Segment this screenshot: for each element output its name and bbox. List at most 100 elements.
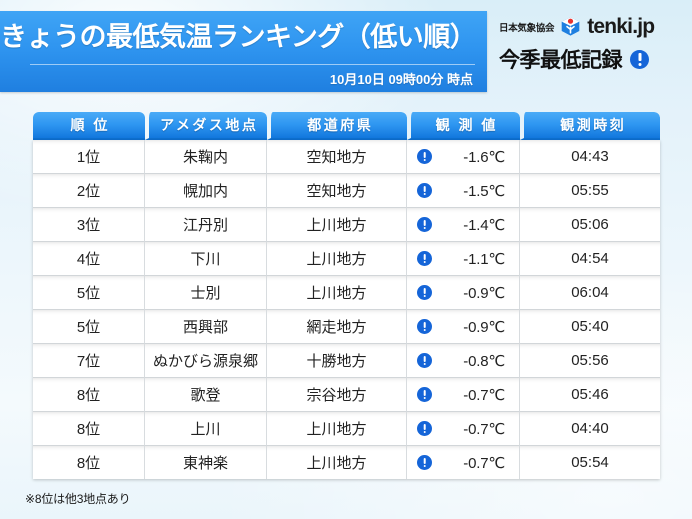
cell-prefecture: 上川地方 xyxy=(267,412,407,446)
tenki-wordmark: tenki.jp xyxy=(587,15,655,38)
cell-rank: 8位 xyxy=(33,446,145,479)
observed-value-text: -0.9℃ xyxy=(463,284,505,302)
cell-observed-time: 05:55 xyxy=(520,174,660,208)
observed-value-text: -0.7℃ xyxy=(463,420,505,438)
cell-observed-value: -0.7℃ xyxy=(407,378,520,412)
cell-station: 朱鞠内 xyxy=(145,140,267,174)
observed-value-text: -1.1℃ xyxy=(463,250,505,268)
observed-value-text: -1.6℃ xyxy=(463,148,505,166)
cell-rank: 5位 xyxy=(33,310,145,344)
exclamation-badge-icon xyxy=(417,455,432,470)
cell-observed-time: 05:06 xyxy=(520,208,660,242)
observed-value-text: -1.4℃ xyxy=(463,216,505,234)
cell-rank: 1位 xyxy=(33,140,145,174)
table-row: 5位 士別 上川地方 -0.9℃ 06:04 xyxy=(33,276,660,310)
cell-rank: 4位 xyxy=(33,242,145,276)
observation-timestamp: 10月10日 09時00分 時点 xyxy=(329,72,473,87)
exclamation-badge-icon xyxy=(417,387,432,402)
observed-value-text: -0.7℃ xyxy=(463,386,505,404)
exclamation-badge-icon xyxy=(417,319,432,334)
exclamation-badge-icon xyxy=(417,149,432,164)
cell-station: 歌登 xyxy=(145,378,267,412)
table-row: 3位 江丹別 上川地方 -1.4℃ 05:06 xyxy=(33,208,660,242)
table-row: 1位 朱鞠内 空知地方 -1.6℃ 04:43 xyxy=(33,140,660,174)
column-header-station: アメダス地点 xyxy=(145,112,267,140)
cell-station: 上川 xyxy=(145,412,267,446)
cell-observed-time: 05:56 xyxy=(520,344,660,378)
exclamation-badge-icon xyxy=(417,183,432,198)
cell-observed-value: -0.7℃ xyxy=(407,446,520,479)
cell-observed-value: -1.1℃ xyxy=(407,242,520,276)
cell-observed-value: -1.6℃ xyxy=(407,140,520,174)
cell-observed-value: -0.7℃ xyxy=(407,412,520,446)
table-row: 5位 西興部 網走地方 -0.9℃ 05:40 xyxy=(33,310,660,344)
exclamation-badge-icon xyxy=(417,285,432,300)
table-header-row: 順 位 アメダス地点 都道府県 観 測 値 観測時刻 xyxy=(33,112,660,140)
title-panel: きょうの最低気温ランキング（低い順） 10月10日 09時00分 時点 xyxy=(0,11,487,92)
table-row: 7位 ぬかびら源泉郷 十勝地方 -0.8℃ 05:56 xyxy=(33,344,660,378)
page-title: きょうの最低気温ランキング（低い順） xyxy=(0,22,477,52)
column-header-observed-time: 観測時刻 xyxy=(520,112,660,140)
cell-observed-time: 05:54 xyxy=(520,446,660,479)
exclamation-badge-icon xyxy=(417,217,432,232)
cell-observed-time: 04:43 xyxy=(520,140,660,174)
cell-rank: 3位 xyxy=(33,208,145,242)
cell-station: 下川 xyxy=(145,242,267,276)
cell-station: 江丹別 xyxy=(145,208,267,242)
cell-observed-value: -1.5℃ xyxy=(407,174,520,208)
cell-prefecture: 上川地方 xyxy=(267,242,407,276)
table-footnote: ※8位は他3地点あり xyxy=(25,492,131,506)
observed-value-text: -0.7℃ xyxy=(463,454,505,472)
exclamation-badge-icon xyxy=(417,421,432,436)
brand-logo-row: 日本気象協会 tenki.jp xyxy=(499,15,655,38)
association-name: 日本気象協会 xyxy=(499,22,555,34)
table-row: 8位 東神楽 上川地方 -0.7℃ 05:54 xyxy=(33,446,660,479)
cell-station: 士別 xyxy=(145,276,267,310)
brand-block: 日本気象協会 tenki.jp 今季最低記録 xyxy=(497,11,692,92)
cell-observed-value: -1.4℃ xyxy=(407,208,520,242)
cell-rank: 7位 xyxy=(33,344,145,378)
cell-prefecture: 十勝地方 xyxy=(267,344,407,378)
table-row: 8位 歌登 宗谷地方 -0.7℃ 05:46 xyxy=(33,378,660,412)
cell-prefecture: 網走地方 xyxy=(267,310,407,344)
cell-prefecture: 宗谷地方 xyxy=(267,378,407,412)
cell-station: 西興部 xyxy=(145,310,267,344)
exclamation-badge-icon xyxy=(417,353,432,368)
exclamation-badge-icon xyxy=(417,251,432,266)
table-row: 4位 下川 上川地方 -1.1℃ 04:54 xyxy=(33,242,660,276)
column-header-prefecture: 都道府県 xyxy=(267,112,407,140)
cell-station: 東神楽 xyxy=(145,446,267,479)
cell-station: 幌加内 xyxy=(145,174,267,208)
tenki-cube-sun-icon xyxy=(560,16,581,37)
ranking-table: 順 位 アメダス地点 都道府県 観 測 値 観測時刻 1位 朱鞠内 空知地方 -… xyxy=(33,112,660,479)
table-row: 2位 幌加内 空知地方 -1.5℃ 05:55 xyxy=(33,174,660,208)
cell-rank: 5位 xyxy=(33,276,145,310)
cell-observed-value: -0.8℃ xyxy=(407,344,520,378)
cell-observed-time: 05:40 xyxy=(520,310,660,344)
observed-value-text: -0.9℃ xyxy=(463,318,505,336)
cell-observed-time: 04:40 xyxy=(520,412,660,446)
table-row: 8位 上川 上川地方 -0.7℃ 04:40 xyxy=(33,412,660,446)
column-header-observed-value: 観 測 値 xyxy=(407,112,520,140)
cell-prefecture: 空知地方 xyxy=(267,140,407,174)
title-divider xyxy=(30,64,475,65)
cell-rank: 2位 xyxy=(33,174,145,208)
observed-value-text: -1.5℃ xyxy=(463,182,505,200)
cell-observed-value: -0.9℃ xyxy=(407,276,520,310)
cell-prefecture: 空知地方 xyxy=(267,174,407,208)
cell-rank: 8位 xyxy=(33,378,145,412)
cell-prefecture: 上川地方 xyxy=(267,276,407,310)
cell-observed-time: 05:46 xyxy=(520,378,660,412)
cell-station: ぬかびら源泉郷 xyxy=(145,344,267,378)
cell-observed-value: -0.9℃ xyxy=(407,310,520,344)
cell-prefecture: 上川地方 xyxy=(267,446,407,479)
cell-observed-time: 06:04 xyxy=(520,276,660,310)
observed-value-text: -0.8℃ xyxy=(463,352,505,370)
cell-observed-time: 04:54 xyxy=(520,242,660,276)
exclamation-badge-icon xyxy=(630,49,649,69)
page-header: きょうの最低気温ランキング（低い順） 10月10日 09時00分 時点 日本気象… xyxy=(0,11,692,92)
season-record-note: 今季最低記録 xyxy=(499,44,649,74)
season-record-label: 今季最低記録 xyxy=(499,49,623,72)
cell-rank: 8位 xyxy=(33,412,145,446)
table-body: 1位 朱鞠内 空知地方 -1.6℃ 04:43 2位 幌加内 空知地方 -1.5… xyxy=(33,140,660,479)
